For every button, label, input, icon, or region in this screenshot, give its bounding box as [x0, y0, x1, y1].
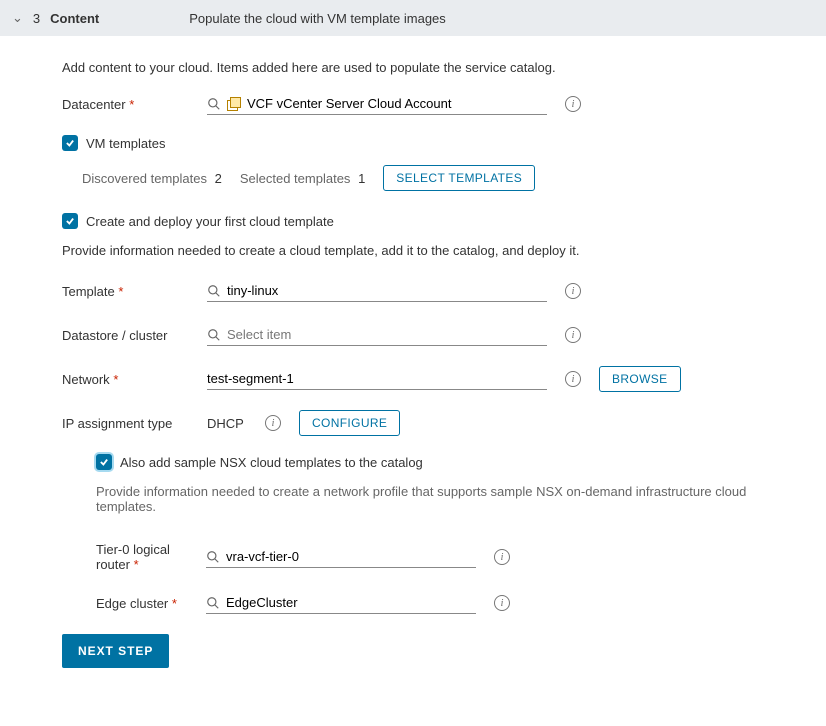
discovered-value: 2 [215, 171, 222, 186]
ip-assignment-label: IP assignment type [62, 416, 207, 431]
content-form: Add content to your cloud. Items added h… [0, 36, 826, 692]
step-subtitle: Populate the cloud with VM template imag… [189, 11, 446, 26]
datastore-row: Datastore / cluster i [62, 322, 826, 348]
datacenter-label: Datacenter * [62, 97, 207, 112]
datacenter-input[interactable] [207, 93, 547, 115]
info-icon[interactable]: i [565, 96, 581, 112]
intro-text: Add content to your cloud. Items added h… [62, 60, 826, 75]
network-label: Network * [62, 372, 207, 387]
step-title: Content [50, 11, 99, 26]
info-icon[interactable]: i [565, 283, 581, 299]
browse-button[interactable]: BROWSE [599, 366, 681, 392]
ip-assignment-value: DHCP [207, 416, 247, 431]
chevron-down-icon: ⌄ [12, 10, 23, 26]
configure-button[interactable]: CONFIGURE [299, 410, 400, 436]
nsx-row: Also add sample NSX cloud templates to t… [96, 454, 786, 470]
datacenter-row: Datacenter * i [62, 91, 826, 117]
tier0-row: Tier-0 logical router * i [96, 542, 786, 572]
datacenter-field[interactable] [247, 96, 547, 111]
datastore-field[interactable] [227, 327, 547, 342]
search-icon [206, 550, 220, 564]
tier0-label: Tier-0 logical router * [96, 542, 206, 572]
template-input[interactable] [207, 280, 547, 302]
template-label: Template * [62, 284, 207, 299]
edge-row: Edge cluster * i [96, 590, 786, 616]
info-icon[interactable]: i [565, 371, 581, 387]
edge-field[interactable] [226, 595, 476, 610]
datastore-input[interactable] [207, 324, 547, 346]
tier0-input[interactable] [206, 546, 476, 568]
edge-input[interactable] [206, 592, 476, 614]
search-icon [207, 97, 221, 111]
wizard-step-header[interactable]: ⌄ 3 Content Populate the cloud with VM t… [0, 0, 826, 36]
selected-value: 1 [358, 171, 365, 186]
create-deploy-label: Create and deploy your first cloud templ… [86, 214, 334, 229]
selected-label: Selected templates [240, 171, 351, 186]
info-icon[interactable]: i [265, 415, 281, 431]
vcenter-icon [227, 97, 241, 111]
tier0-field[interactable] [226, 549, 476, 564]
edge-label: Edge cluster * [96, 596, 206, 611]
deploy-desc: Provide information needed to create a c… [62, 243, 826, 258]
info-icon[interactable]: i [494, 595, 510, 611]
template-row: Template * i [62, 278, 826, 304]
info-icon[interactable]: i [565, 327, 581, 343]
step-number: 3 [33, 11, 40, 26]
create-deploy-checkbox[interactable] [62, 213, 78, 229]
vm-templates-row: VM templates [62, 135, 826, 151]
search-icon [207, 284, 221, 298]
discovered-label: Discovered templates [82, 171, 207, 186]
create-deploy-row: Create and deploy your first cloud templ… [62, 213, 826, 229]
datastore-label: Datastore / cluster [62, 328, 207, 343]
nsx-block: Also add sample NSX cloud templates to t… [96, 454, 826, 616]
next-step-button[interactable]: NEXT STEP [62, 634, 169, 668]
nsx-desc: Provide information needed to create a n… [96, 484, 786, 514]
network-field[interactable] [207, 371, 547, 386]
nsx-checkbox[interactable] [96, 454, 112, 470]
select-templates-button[interactable]: SELECT TEMPLATES [383, 165, 535, 191]
template-field[interactable] [227, 283, 547, 298]
search-icon [206, 596, 220, 610]
ip-assignment-row: IP assignment type DHCP i CONFIGURE [62, 410, 826, 436]
search-icon [207, 328, 221, 342]
nsx-label: Also add sample NSX cloud templates to t… [120, 455, 423, 470]
vm-templates-label: VM templates [86, 136, 165, 151]
info-icon[interactable]: i [494, 549, 510, 565]
network-input[interactable] [207, 368, 547, 390]
vm-templates-checkbox[interactable] [62, 135, 78, 151]
network-row: Network * i BROWSE [62, 366, 826, 392]
templates-stats: Discovered templates 2 Selected template… [82, 165, 826, 191]
